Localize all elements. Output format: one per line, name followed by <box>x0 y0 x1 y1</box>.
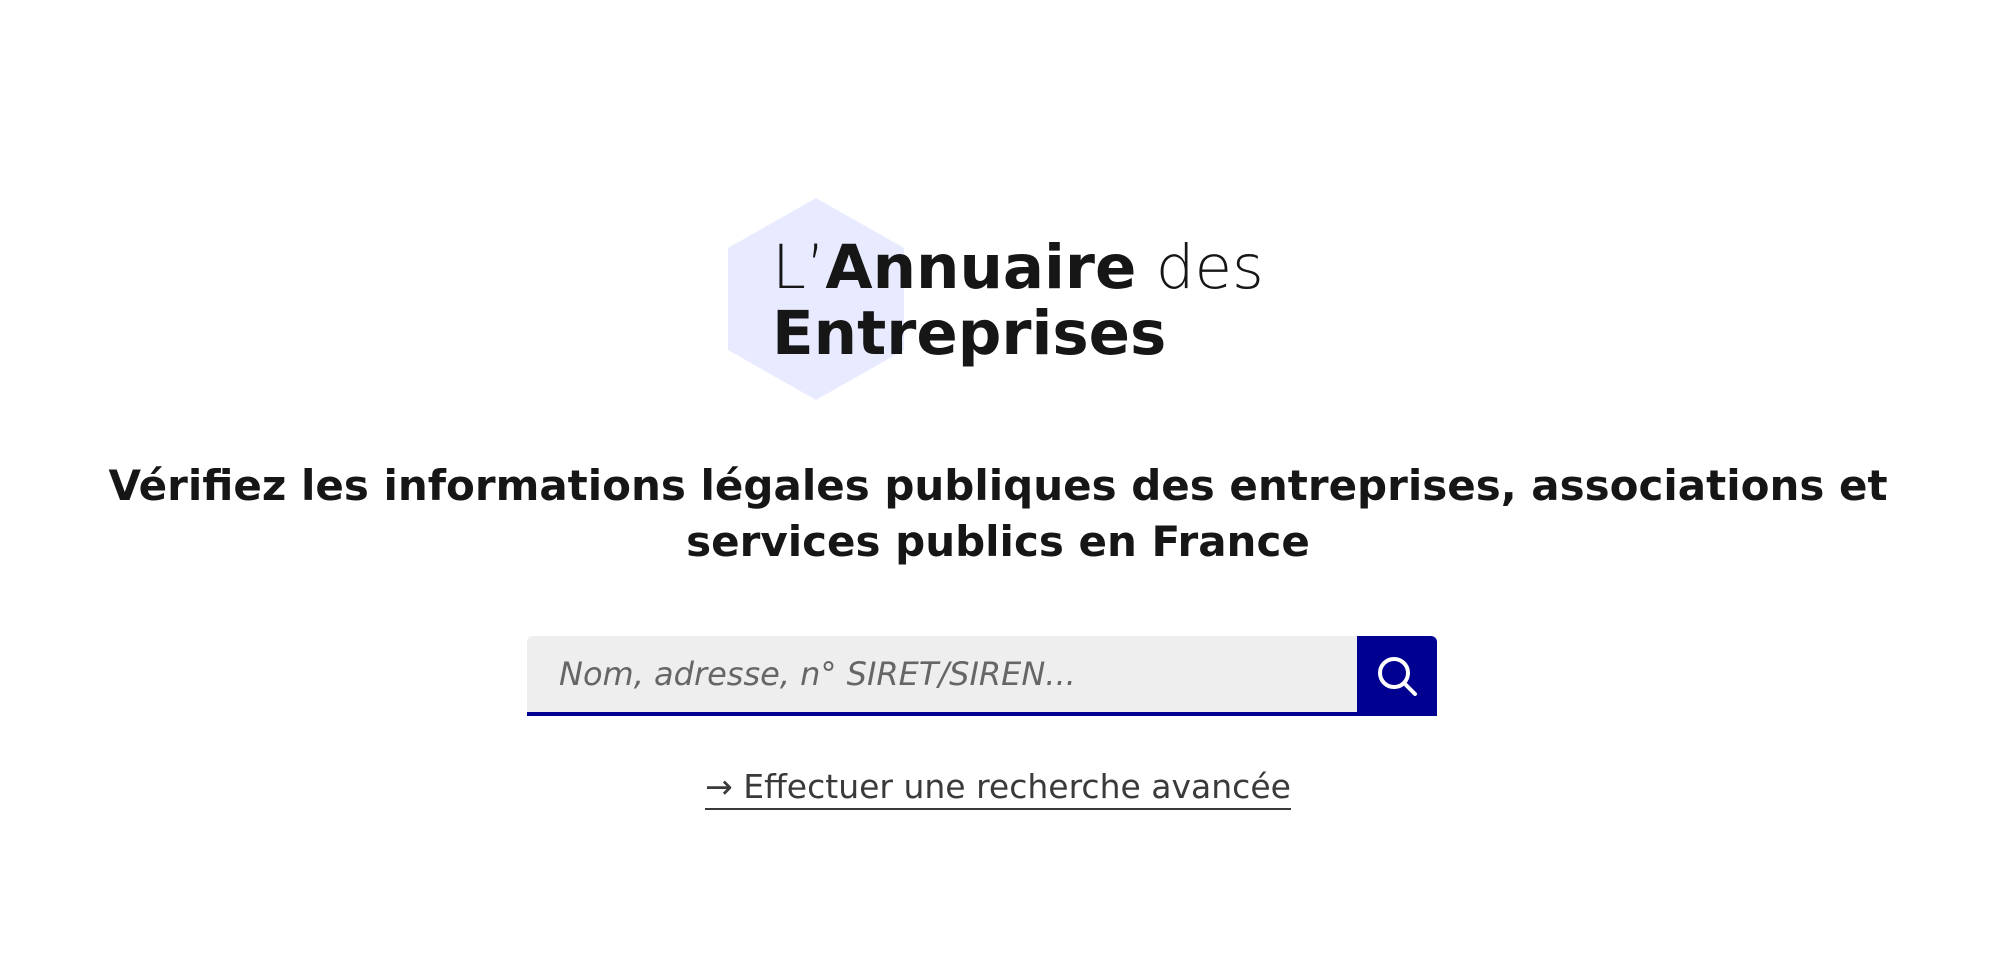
logo-line-2: Entreprises <box>772 298 1167 369</box>
search-input[interactable] <box>527 636 1357 716</box>
logo-suffix: des <box>1136 232 1264 303</box>
advanced-search-container: → Effectuer une recherche avancée <box>0 765 1996 810</box>
logo-wordmark: L’Annuaire des Entreprises <box>772 235 1264 367</box>
logo-name-bold: Annuaire <box>825 232 1137 303</box>
logo-prefix: L’ <box>772 232 826 303</box>
site-logo[interactable]: L’Annuaire des Entreprises <box>728 195 1264 405</box>
search-icon <box>1378 657 1417 696</box>
search-button[interactable] <box>1357 636 1437 716</box>
advanced-search-link[interactable]: → Effectuer une recherche avancée <box>705 767 1291 810</box>
page: L’Annuaire des Entreprises Vérifiez les … <box>0 0 1996 958</box>
arrow-right-icon: → <box>705 767 733 806</box>
page-headline: Vérifiez les informations légales publiq… <box>108 461 1888 566</box>
logo-line-1: L’Annuaire des <box>772 235 1264 301</box>
search-form <box>527 636 1437 716</box>
advanced-search-label: Effectuer une recherche avancée <box>743 767 1291 806</box>
